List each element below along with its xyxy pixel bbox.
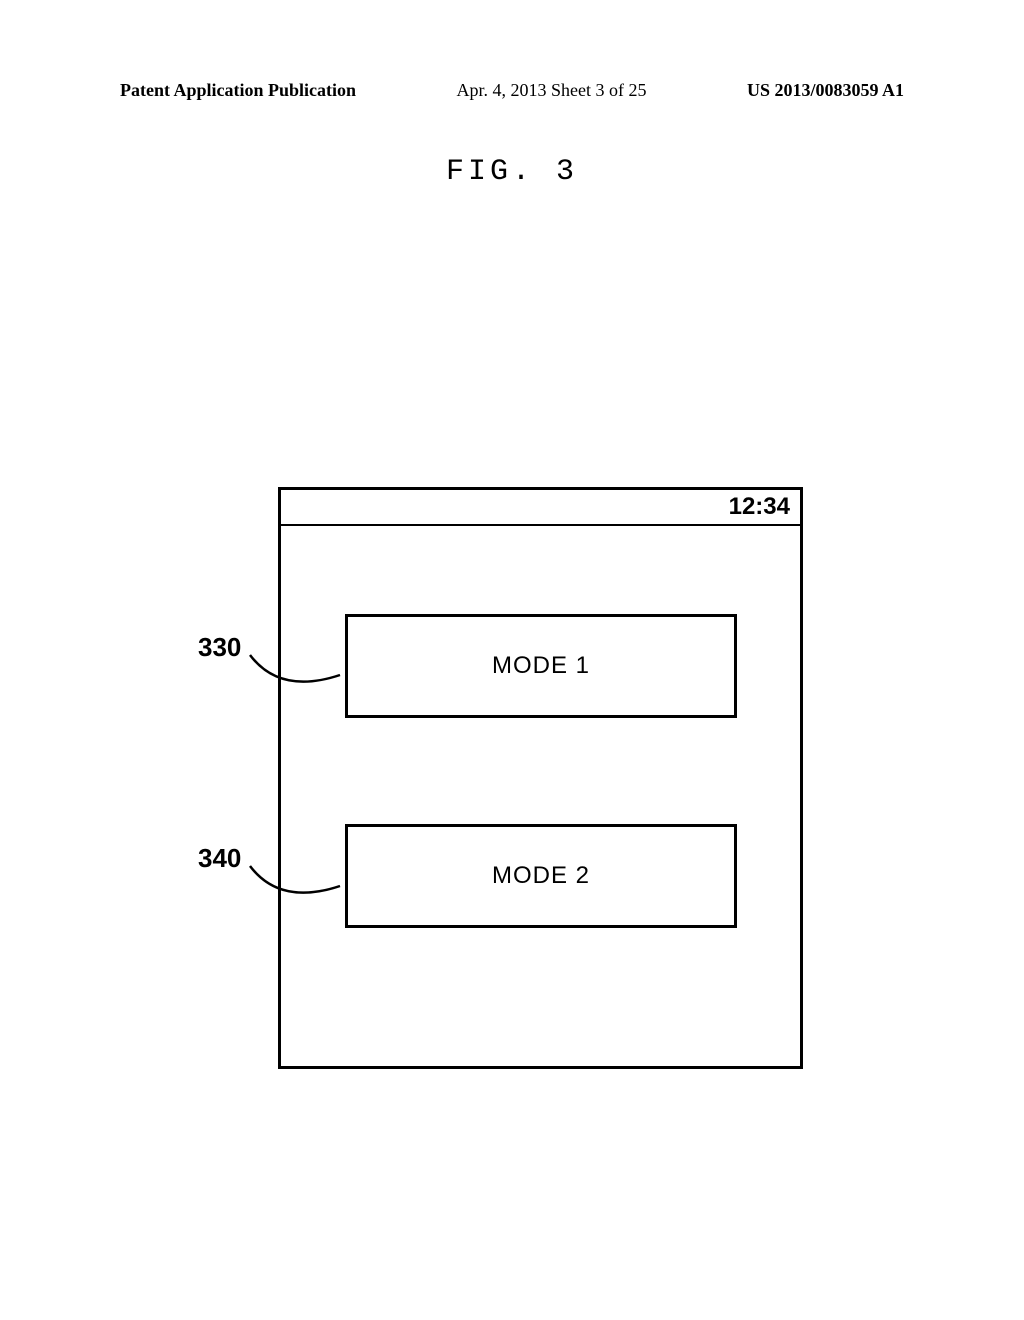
figure-title: FIG. 3 <box>446 155 578 189</box>
status-bar: 12:34 <box>281 490 800 526</box>
mode-1-label: MODE 1 <box>492 652 590 680</box>
mode-2-button[interactable]: MODE 2 <box>345 824 737 928</box>
status-time: 12:34 <box>729 493 790 521</box>
sheet-info: Apr. 4, 2013 Sheet 3 of 25 <box>457 80 647 101</box>
patent-number: US 2013/0083059 A1 <box>747 80 904 101</box>
mode-2-label: MODE 2 <box>492 862 590 890</box>
mode-1-button[interactable]: MODE 1 <box>345 614 737 718</box>
reference-numeral-340: 340 <box>198 843 241 874</box>
reference-numeral-330: 330 <box>198 632 241 663</box>
page-header: Patent Application Publication Apr. 4, 2… <box>0 80 1024 101</box>
device-frame: 12:34 MODE 1 MODE 2 <box>278 487 803 1069</box>
publication-label: Patent Application Publication <box>120 80 356 101</box>
